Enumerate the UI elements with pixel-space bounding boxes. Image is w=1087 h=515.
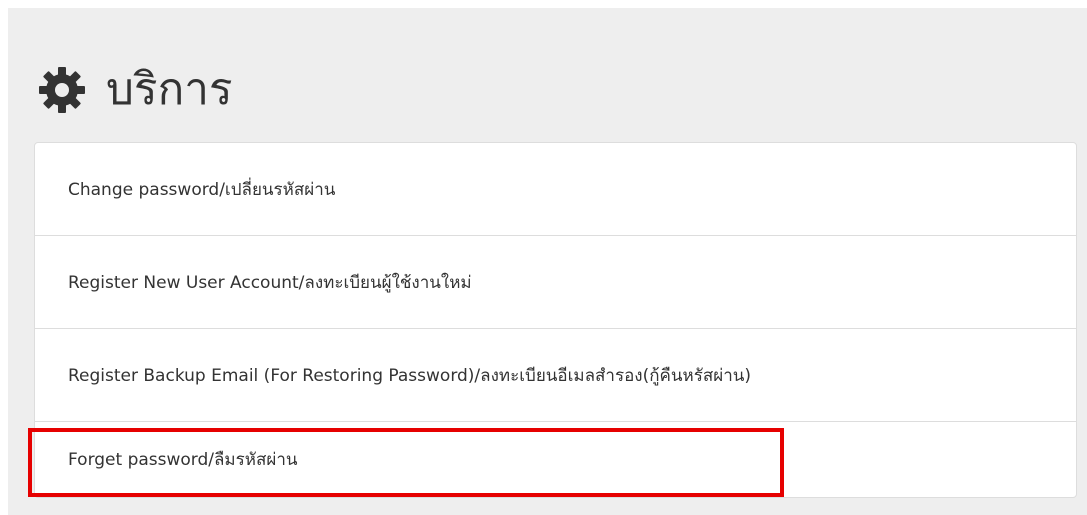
list-item-register-backup-email[interactable]: Register Backup Email (For Restoring Pas… xyxy=(35,329,1076,422)
list-item-forget-password[interactable]: Forget password/ลืมรหัสผ่าน xyxy=(35,422,1076,497)
list-item-label: Change password/เปลี่ยนรหัสผ่าน xyxy=(68,179,336,200)
gear-icon xyxy=(38,66,86,114)
list-item-change-password[interactable]: Change password/เปลี่ยนรหัสผ่าน xyxy=(35,143,1076,236)
services-list: Change password/เปลี่ยนรหัสผ่าน Register… xyxy=(34,142,1077,498)
list-item-label: Register New User Account/ลงทะเบียนผู้ใช… xyxy=(68,272,472,293)
list-item-label: Forget password/ลืมรหัสผ่าน xyxy=(68,450,298,470)
page-title: บริการ xyxy=(106,64,233,115)
services-panel: บริการ Change password/เปลี่ยนรหัสผ่าน R… xyxy=(8,8,1087,515)
list-item-register-new-account[interactable]: Register New User Account/ลงทะเบียนผู้ใช… xyxy=(35,236,1076,329)
services-header: บริการ xyxy=(38,50,233,130)
list-item-label: Register Backup Email (For Restoring Pas… xyxy=(68,365,751,386)
